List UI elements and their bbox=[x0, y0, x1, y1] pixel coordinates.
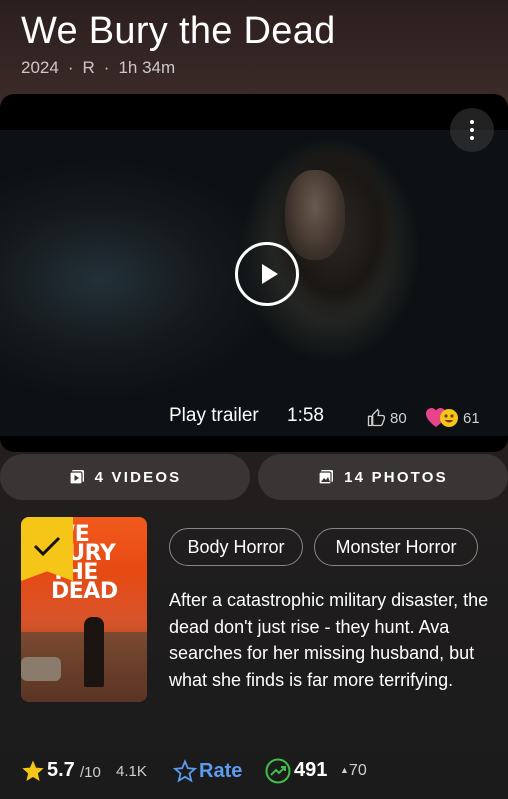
reactions-value: 61 bbox=[463, 409, 480, 427]
thumbs-up-icon bbox=[367, 408, 385, 427]
vote-count: 4.1K bbox=[116, 763, 147, 780]
likes-value: 80 bbox=[390, 409, 407, 427]
separator-dot: · bbox=[67, 58, 74, 77]
video-thumbnail-face bbox=[285, 170, 345, 260]
play-trailer-label[interactable]: Play trailer bbox=[169, 405, 259, 427]
trailer-info-row: Play trailer 1:58 80 61 bbox=[0, 405, 508, 433]
star-outline-icon[interactable] bbox=[173, 759, 197, 783]
movie-meta: 2024 · R · 1h 34m bbox=[21, 58, 175, 78]
triangle-up-icon: ▲ bbox=[340, 765, 349, 775]
video-library-icon bbox=[68, 470, 84, 485]
more-options-button[interactable] bbox=[450, 108, 494, 152]
star-icon bbox=[22, 760, 44, 781]
rate-button[interactable]: Rate bbox=[199, 760, 242, 783]
poster-car bbox=[21, 657, 61, 681]
videos-label: 4 VIDEOS bbox=[94, 468, 182, 486]
runtime: 1h 34m bbox=[118, 58, 176, 77]
play-button[interactable] bbox=[235, 242, 299, 306]
photo-library-icon bbox=[318, 470, 334, 485]
score-scale: /10 bbox=[80, 764, 101, 781]
popularity-rank: 491 bbox=[294, 759, 328, 781]
poster-figure bbox=[84, 617, 104, 687]
movie-title: We Bury the Dead bbox=[21, 10, 336, 52]
separator-dot: · bbox=[103, 58, 110, 77]
kebab-menu-icon bbox=[470, 118, 474, 142]
popularity-change-value: 70 bbox=[348, 762, 367, 779]
plot-summary: After a catastrophic military disaster, … bbox=[169, 590, 489, 690]
ratings-bar: 5.7 /10 4.1K Rate 491 ▲70 bbox=[18, 758, 498, 786]
release-year: 2024 bbox=[21, 58, 59, 77]
heart-emoji-icon bbox=[426, 408, 458, 427]
play-icon bbox=[262, 264, 278, 284]
genre-chip-monster-horror[interactable]: Monster Horror bbox=[314, 528, 478, 566]
videos-button[interactable]: 4 VIDEOS bbox=[0, 454, 250, 500]
photos-label: 14 PHOTOS bbox=[344, 468, 448, 486]
reactions-count[interactable]: 61 bbox=[425, 407, 480, 429]
imdb-score: 5.7 bbox=[47, 759, 75, 781]
checkmark-icon bbox=[33, 536, 61, 557]
genre-chip-body-horror[interactable]: Body Horror bbox=[169, 528, 303, 566]
popularity-change: ▲70 bbox=[340, 762, 367, 780]
likes-count[interactable]: 80 bbox=[366, 408, 407, 428]
photos-button[interactable]: 14 PHOTOS bbox=[258, 454, 508, 500]
trailer-player[interactable] bbox=[0, 94, 508, 452]
trending-up-icon bbox=[265, 758, 291, 784]
content-rating: R bbox=[82, 58, 95, 77]
trailer-duration: 1:58 bbox=[287, 405, 324, 426]
